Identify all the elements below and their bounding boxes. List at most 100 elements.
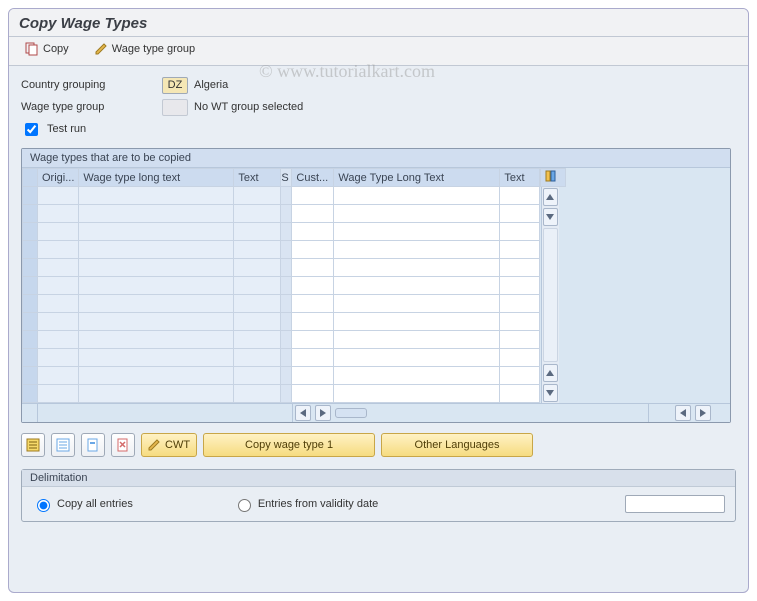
cell-origi[interactable] [38,385,79,403]
row-selector[interactable] [23,367,38,385]
cell-origi[interactable] [38,313,79,331]
cell-wlt1[interactable] [79,205,234,223]
copy-button[interactable]: Copy [19,41,75,57]
cell-wlt1[interactable] [79,385,234,403]
cell-cust[interactable] [292,241,334,259]
cell-text2[interactable] [500,367,540,385]
cell-text1[interactable] [234,313,281,331]
other-languages-button[interactable]: Other Languages [381,433,533,457]
hscroll-right-a[interactable] [315,405,331,421]
column-header-cust[interactable]: Cust... [292,169,334,187]
radio-copy-all-input[interactable] [37,499,50,512]
row-selector[interactable] [23,295,38,313]
cell-text1[interactable] [234,187,281,205]
cell-wlt2[interactable] [334,331,500,349]
row-selector[interactable] [23,349,38,367]
hscroll-right-b[interactable] [695,405,711,421]
cell-text1[interactable] [234,277,281,295]
cell-text1[interactable] [234,367,281,385]
cell-wlt1[interactable] [79,223,234,241]
cell-s[interactable] [281,241,292,259]
cell-cust[interactable] [292,223,334,241]
column-header-text2[interactable]: Text [500,169,540,187]
cell-text1[interactable] [234,295,281,313]
cell-origi[interactable] [38,349,79,367]
country-grouping-input[interactable] [162,77,188,94]
cell-text2[interactable] [500,385,540,403]
column-header-origi[interactable]: Origi... [38,169,79,187]
cell-wlt1[interactable] [79,259,234,277]
cell-wlt1[interactable] [79,295,234,313]
scroll-down-small-button[interactable] [543,208,558,226]
row-selector[interactable] [23,205,38,223]
row-selector[interactable] [23,241,38,259]
cell-wlt2[interactable] [334,295,500,313]
cell-text1[interactable] [234,241,281,259]
cell-text1[interactable] [234,385,281,403]
hscroll-left-b[interactable] [675,405,691,421]
table-settings-button[interactable] [541,169,566,187]
row-selector[interactable] [23,385,38,403]
cell-s[interactable] [281,277,292,295]
wage-type-group-button[interactable]: Wage type group [88,41,201,57]
cell-origi[interactable] [38,259,79,277]
cell-origi[interactable] [38,187,79,205]
hscroll-left-a[interactable] [295,405,311,421]
cell-origi[interactable] [38,277,79,295]
scroll-up-small-button[interactable] [543,364,558,382]
row-selector[interactable] [23,313,38,331]
cell-origi[interactable] [38,331,79,349]
cell-s[interactable] [281,205,292,223]
radio-entries-from-input[interactable] [238,499,251,512]
cell-text2[interactable] [500,241,540,259]
row-selector[interactable] [23,223,38,241]
column-header-wlt1[interactable]: Wage type long text [79,169,234,187]
deselect-all-button[interactable] [51,433,75,457]
cell-s[interactable] [281,313,292,331]
cell-wlt1[interactable] [79,187,234,205]
cell-cust[interactable] [292,187,334,205]
radio-entries-from[interactable]: Entries from validity date [233,496,378,512]
radio-copy-all[interactable]: Copy all entries [32,496,133,512]
cell-text1[interactable] [234,331,281,349]
cell-wlt2[interactable] [334,223,500,241]
cell-s[interactable] [281,367,292,385]
column-header-s[interactable]: S [281,169,292,187]
cwt-button[interactable]: CWT [141,433,197,457]
cell-s[interactable] [281,331,292,349]
cell-wlt2[interactable] [334,259,500,277]
cell-s[interactable] [281,385,292,403]
cell-origi[interactable] [38,295,79,313]
cell-text2[interactable] [500,295,540,313]
delete-entry-button[interactable] [111,433,135,457]
cell-text2[interactable] [500,223,540,241]
hscroll-thumb-a[interactable] [335,408,367,418]
cell-origi[interactable] [38,241,79,259]
cell-wlt1[interactable] [79,241,234,259]
cell-wlt1[interactable] [79,313,234,331]
cell-text1[interactable] [234,205,281,223]
cell-cust[interactable] [292,295,334,313]
cell-cust[interactable] [292,259,334,277]
scroll-down-button[interactable] [543,384,558,402]
cell-cust[interactable] [292,385,334,403]
cell-wlt2[interactable] [334,205,500,223]
cell-text2[interactable] [500,331,540,349]
cell-wlt1[interactable] [79,331,234,349]
cell-text1[interactable] [234,259,281,277]
select-all-button[interactable] [21,433,45,457]
cell-cust[interactable] [292,277,334,295]
cell-text2[interactable] [500,313,540,331]
cell-s[interactable] [281,187,292,205]
cell-text2[interactable] [500,349,540,367]
column-header-wlt2[interactable]: Wage Type Long Text [334,169,500,187]
cell-text2[interactable] [500,259,540,277]
cell-wlt2[interactable] [334,385,500,403]
test-run-checkbox[interactable] [25,123,38,136]
cell-wlt1[interactable] [79,277,234,295]
row-selector[interactable] [23,187,38,205]
cell-origi[interactable] [38,223,79,241]
cell-wlt2[interactable] [334,367,500,385]
row-selector[interactable] [23,331,38,349]
cell-text2[interactable] [500,187,540,205]
